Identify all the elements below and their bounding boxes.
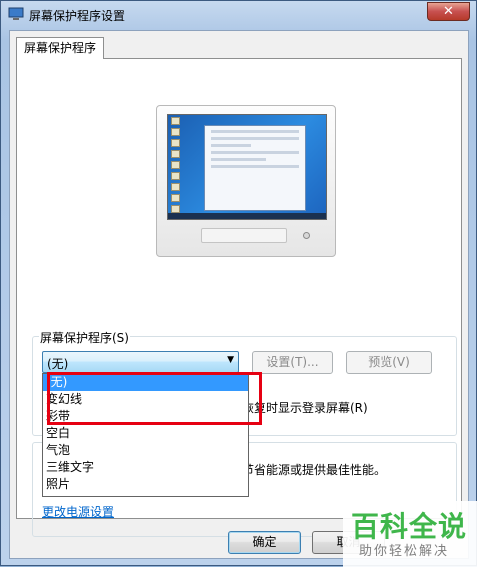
chevron-down-icon: ▼ <box>227 355 234 365</box>
display-settings-icon <box>8 7 24 20</box>
desktop-icons <box>170 117 184 219</box>
settings-button[interactable]: 设置(T)... <box>252 351 333 374</box>
tab-screensaver[interactable]: 屏幕保护程序 <box>16 37 104 59</box>
dropdown-option-photos[interactable]: 照片 <box>43 476 248 493</box>
preview-taskbar <box>168 213 326 219</box>
change-power-settings-link[interactable]: 更改电源设置 <box>42 503 114 520</box>
preview-window <box>204 125 306 211</box>
power-led-icon <box>303 232 310 239</box>
power-description: 节省能源或提供最佳性能。 <box>242 463 387 477</box>
close-button[interactable]: ✕ <box>427 2 470 21</box>
tab-page: 屏幕保护程序(S) (无) ▼ 设置(T)... 预览(V) 恢复时显示登录屏幕… <box>16 58 462 537</box>
annotation-highlight-box <box>47 372 262 425</box>
screensaver-select[interactable]: (无) ▼ <box>42 351 239 373</box>
watermark-title: 百科全说 <box>351 510 468 543</box>
monitor-base <box>201 228 287 243</box>
window-title: 屏幕保护程序设置 <box>29 9 126 23</box>
dropdown-option-3d-text[interactable]: 三维文字 <box>43 459 248 476</box>
ok-button[interactable]: 确定 <box>228 531 301 554</box>
screensaver-select-value: (无) <box>47 357 69 371</box>
preview-monitor <box>156 105 336 257</box>
dropdown-option-bubbles[interactable]: 气泡 <box>43 442 248 459</box>
title-bar[interactable]: 屏幕保护程序设置 ✕ <box>1 1 476 29</box>
screensaver-settings-window: 屏幕保护程序设置 ✕ 屏幕保护程序 屏幕保护程序(S) (无) ▼ 设置(T).… <box>0 0 477 567</box>
screensaver-group-label: 屏幕保护程序(S) <box>39 329 130 346</box>
watermark-subtitle: 助你轻松解决 <box>359 544 450 559</box>
preview-screen <box>167 114 327 220</box>
preview-button[interactable]: 预览(V) <box>346 351 432 374</box>
dialog-client-area: 屏幕保护程序 屏幕保护程序(S) (无) ▼ 设置(T)... 预览(V) 恢复… <box>9 30 469 559</box>
watermark: 百科全说 助你轻松解决 <box>343 501 477 567</box>
dropdown-option-blank[interactable]: 空白 <box>43 425 248 442</box>
